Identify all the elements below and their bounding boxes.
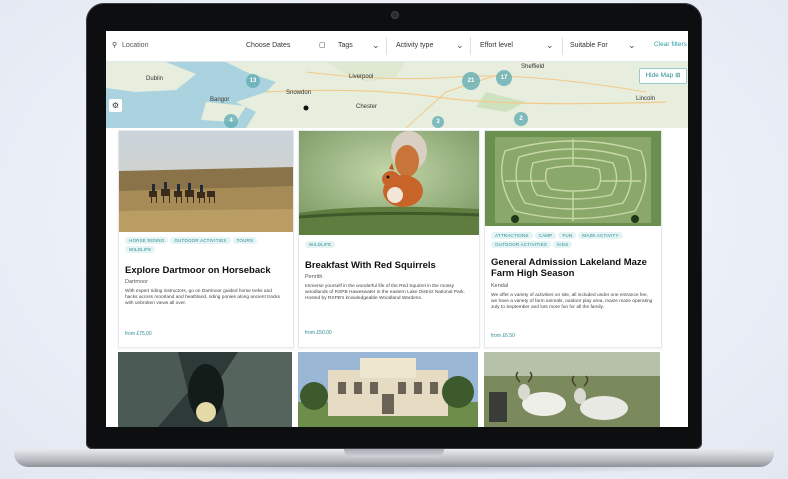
- laptop-notch: [344, 449, 444, 457]
- card-description: With expert riding instructors, go on Da…: [125, 289, 280, 306]
- tag[interactable]: HORSE RIDING: [125, 237, 169, 244]
- card-description: Immerse yourself in the wonderful life o…: [305, 284, 465, 301]
- activity-card[interactable]: WILDLIFE Breakfast With Red Squirrels Pe…: [298, 130, 480, 348]
- tag-list: ATTRACTIONS CAMP FUN MAZE ACTIVITY OUTDO…: [491, 232, 655, 248]
- checkbox-icon[interactable]: ▢: [319, 41, 326, 51]
- search-icon: ⚲: [112, 42, 118, 49]
- webcam-icon: [392, 12, 398, 18]
- effort-level-filter[interactable]: Effort level: [480, 41, 513, 51]
- chevron-down-icon[interactable]: ⌄: [628, 40, 636, 51]
- card-image-squirrel: [299, 131, 479, 235]
- filter-bar: ⚲ Location Choose Dates ▢ Tags ⌄ Activit…: [106, 31, 688, 62]
- divider: [562, 37, 563, 55]
- suitable-for-filter[interactable]: Suitable For: [570, 41, 608, 51]
- divider: [386, 37, 387, 55]
- tag-list: WILDLIFE: [305, 241, 473, 248]
- map-label: Chester: [356, 104, 378, 110]
- map-cluster[interactable]: 4: [224, 114, 238, 128]
- card-location: Kendal: [491, 283, 509, 289]
- tag-list: HORSE RIDING OUTDOOR ACTIVITIES TOURS WI…: [125, 237, 287, 253]
- activity-type-filter[interactable]: Activity type: [396, 41, 433, 51]
- tag[interactable]: FUN: [558, 232, 577, 239]
- browser-screen: ⚲ Location Choose Dates ▢ Tags ⌄ Activit…: [106, 31, 688, 427]
- map-cluster[interactable]: 3: [432, 116, 444, 128]
- map-layers-icon[interactable]: ⚙: [109, 99, 122, 112]
- card-price: from £50.00: [305, 330, 332, 336]
- map-cluster[interactable]: 2: [514, 112, 528, 126]
- map-label: Liverpool: [349, 74, 374, 80]
- chevron-down-icon[interactable]: ⌄: [546, 40, 554, 51]
- activity-card[interactable]: ATTRACTIONS CAMP FUN MAZE ACTIVITY OUTDO…: [484, 130, 662, 348]
- map-label: Bangor: [210, 97, 230, 103]
- map[interactable]: ⚙ Dublin Liverpool Lincoln Chester Bango…: [106, 62, 688, 128]
- card-location: Dartmoor: [125, 279, 148, 285]
- tag[interactable]: CAMP: [534, 232, 557, 239]
- card-price: from £75.00: [125, 331, 152, 337]
- card-image-cave: [118, 352, 292, 427]
- divider: [470, 37, 471, 55]
- hide-map-button[interactable]: Hide Map ⊞: [639, 68, 687, 84]
- tag[interactable]: MAZE ACTIVITY: [578, 232, 623, 239]
- map-land: [106, 62, 688, 128]
- tag[interactable]: WILDLIFE: [125, 246, 156, 253]
- card-title[interactable]: Breakfast With Red Squirrels: [305, 260, 473, 271]
- card-image-mansion: [298, 352, 478, 427]
- card-location: Penrith: [305, 274, 323, 280]
- dates-filter[interactable]: Choose Dates: [246, 41, 290, 51]
- tag[interactable]: KIDS: [553, 241, 573, 248]
- map-cluster[interactable]: 21: [462, 72, 480, 90]
- card-title[interactable]: Explore Dartmoor on Horseback: [125, 265, 287, 276]
- card-description: We offer a variety of activities on site…: [491, 293, 653, 310]
- card-title[interactable]: General Admission Lakeland Maze Farm Hig…: [491, 257, 655, 279]
- clear-filters-link[interactable]: Clear filters: [654, 41, 687, 48]
- tag[interactable]: OUTDOOR ACTIVITIES: [170, 237, 231, 244]
- card-price: from £6.50: [491, 333, 515, 339]
- card-image-goats: [484, 352, 660, 427]
- map-cluster[interactable]: 13: [246, 74, 260, 88]
- tag[interactable]: ATTRACTIONS: [491, 232, 533, 239]
- location-input[interactable]: Location: [122, 41, 148, 51]
- tag[interactable]: TOURS: [232, 237, 258, 244]
- map-label: Sheffield: [521, 64, 545, 70]
- map-cluster[interactable]: 17: [496, 70, 512, 86]
- card-image-horses: [119, 131, 293, 232]
- tags-filter[interactable]: Tags: [338, 41, 353, 51]
- chevron-down-icon[interactable]: ⌄: [456, 40, 464, 51]
- chevron-down-icon[interactable]: ⌄: [372, 40, 380, 51]
- map-label: Dublin: [146, 76, 164, 82]
- tag[interactable]: WILDLIFE: [305, 241, 336, 248]
- activity-card[interactable]: HORSE RIDING OUTDOOR ACTIVITIES TOURS WI…: [118, 130, 294, 348]
- map-label: Snowdon: [286, 90, 312, 96]
- tag[interactable]: OUTDOOR ACTIVITIES: [491, 241, 552, 248]
- card-image-maze: [485, 131, 661, 226]
- map-label: Lincoln: [636, 96, 656, 102]
